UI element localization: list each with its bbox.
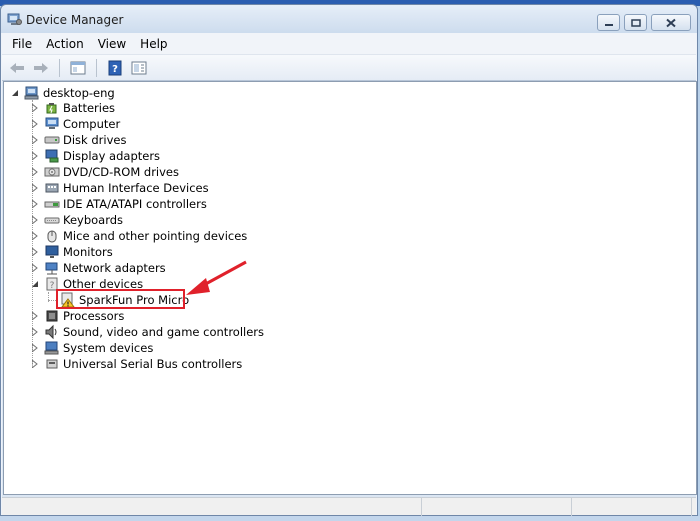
expand-triangle-icon[interactable] [30, 103, 40, 113]
expand-triangle-icon[interactable] [30, 119, 40, 129]
window-title: Device Manager [26, 13, 124, 27]
expand-triangle-icon[interactable] [30, 151, 40, 161]
status-cell [572, 498, 692, 516]
tree-item-disk-drives[interactable]: Disk drives [30, 132, 126, 148]
expand-triangle-icon[interactable] [30, 247, 40, 257]
back-arrow-icon [10, 62, 24, 73]
title-bar[interactable]: Device Manager [1, 5, 697, 33]
menu-view[interactable]: View [91, 35, 133, 53]
menu-help[interactable]: Help [133, 35, 174, 53]
computer-icon [44, 116, 60, 132]
tree-item-ide-controllers[interactable]: IDE ATA/ATAPI controllers [30, 196, 207, 212]
svg-text:?: ? [50, 281, 55, 291]
hid-icon [44, 180, 60, 196]
expand-triangle-icon[interactable] [30, 359, 40, 369]
forward-arrow-icon [34, 62, 48, 73]
minimize-button[interactable] [597, 14, 620, 31]
disk-drive-icon [44, 132, 60, 148]
svg-text:?: ? [112, 64, 118, 75]
tree-item-dvd-drives[interactable]: DVD/CD-ROM drives [30, 164, 179, 180]
status-cell [422, 498, 572, 516]
network-adapter-icon [44, 260, 60, 276]
speaker-icon [44, 324, 60, 340]
menu-bar: File Action View Help [2, 33, 696, 55]
tree-item-processors[interactable]: Processors [30, 308, 124, 324]
restore-icon [630, 18, 641, 27]
expand-triangle-icon[interactable] [30, 135, 40, 145]
device-tree[interactable]: desktop-eng Batteries Computer Disk driv… [3, 81, 697, 495]
annotation-arrow-icon [186, 260, 247, 295]
processor-icon [44, 308, 60, 324]
console-tree-icon [70, 61, 86, 74]
mouse-icon [44, 228, 60, 244]
device-manager-app-icon [7, 12, 22, 26]
system-devices-icon [44, 340, 60, 356]
dvd-drive-icon [44, 164, 60, 180]
tree-item-sound-controllers[interactable]: Sound, video and game controllers [30, 324, 264, 340]
tree-root-computer[interactable]: desktop-eng [10, 85, 115, 101]
menu-action[interactable]: Action [39, 35, 91, 53]
expand-triangle-icon[interactable] [30, 327, 40, 337]
status-bar [2, 497, 696, 516]
close-button[interactable] [651, 14, 691, 31]
device-manager-window: Device Manager File Action View Help ? d… [0, 4, 698, 516]
show-hide-console-tree-button[interactable] [67, 58, 89, 78]
expand-triangle-icon[interactable] [30, 183, 40, 193]
annotation-highlight-box [56, 289, 185, 309]
tree-item-network-adapters[interactable]: Network adapters [30, 260, 166, 276]
help-icon: ? [108, 60, 122, 75]
menu-file[interactable]: File [5, 35, 39, 53]
expand-triangle-icon[interactable] [30, 215, 40, 225]
properties-icon [131, 61, 147, 74]
restore-button[interactable] [624, 14, 647, 31]
forward-button[interactable] [30, 58, 52, 78]
monitor-icon [44, 244, 60, 260]
tree-item-keyboards[interactable]: Keyboards [30, 212, 123, 228]
expand-triangle-icon[interactable] [30, 199, 40, 209]
tree-item-usb-controllers[interactable]: Universal Serial Bus controllers [30, 356, 242, 372]
tree-item-display-adapters[interactable]: Display adapters [30, 148, 160, 164]
computer-root-icon [24, 85, 40, 101]
tree-item-system-devices[interactable]: System devices [30, 340, 153, 356]
minimize-icon [604, 23, 613, 26]
tree-item-computer[interactable]: Computer [30, 116, 120, 132]
tree-item-monitors[interactable]: Monitors [30, 244, 113, 260]
expand-triangle-icon[interactable] [30, 231, 40, 241]
close-icon [666, 18, 676, 27]
keyboard-icon [44, 212, 60, 228]
expand-triangle-icon[interactable] [30, 263, 40, 273]
back-button[interactable] [6, 58, 28, 78]
collapse-triangle-icon[interactable] [30, 279, 40, 289]
tree-item-batteries[interactable]: Batteries [30, 100, 115, 116]
toolbar-separator [59, 58, 60, 77]
expand-triangle-icon[interactable] [30, 167, 40, 177]
desktop-background-strip [0, 516, 700, 521]
help-button[interactable]: ? [104, 58, 126, 78]
status-cell [2, 498, 422, 516]
tree-item-hid[interactable]: Human Interface Devices [30, 180, 209, 196]
ide-controller-icon [44, 196, 60, 212]
collapse-triangle-icon[interactable] [10, 88, 20, 98]
battery-icon [44, 100, 60, 116]
display-adapter-icon [44, 148, 60, 164]
toolbar: ? [2, 55, 696, 81]
caption-buttons [597, 14, 691, 31]
computer-name: desktop-eng [43, 86, 115, 100]
expand-triangle-icon[interactable] [30, 311, 40, 321]
expand-triangle-icon[interactable] [30, 343, 40, 353]
tree-item-mice[interactable]: Mice and other pointing devices [30, 228, 247, 244]
usb-icon [44, 356, 60, 372]
properties-button[interactable] [128, 58, 150, 78]
toolbar-separator [96, 58, 97, 77]
